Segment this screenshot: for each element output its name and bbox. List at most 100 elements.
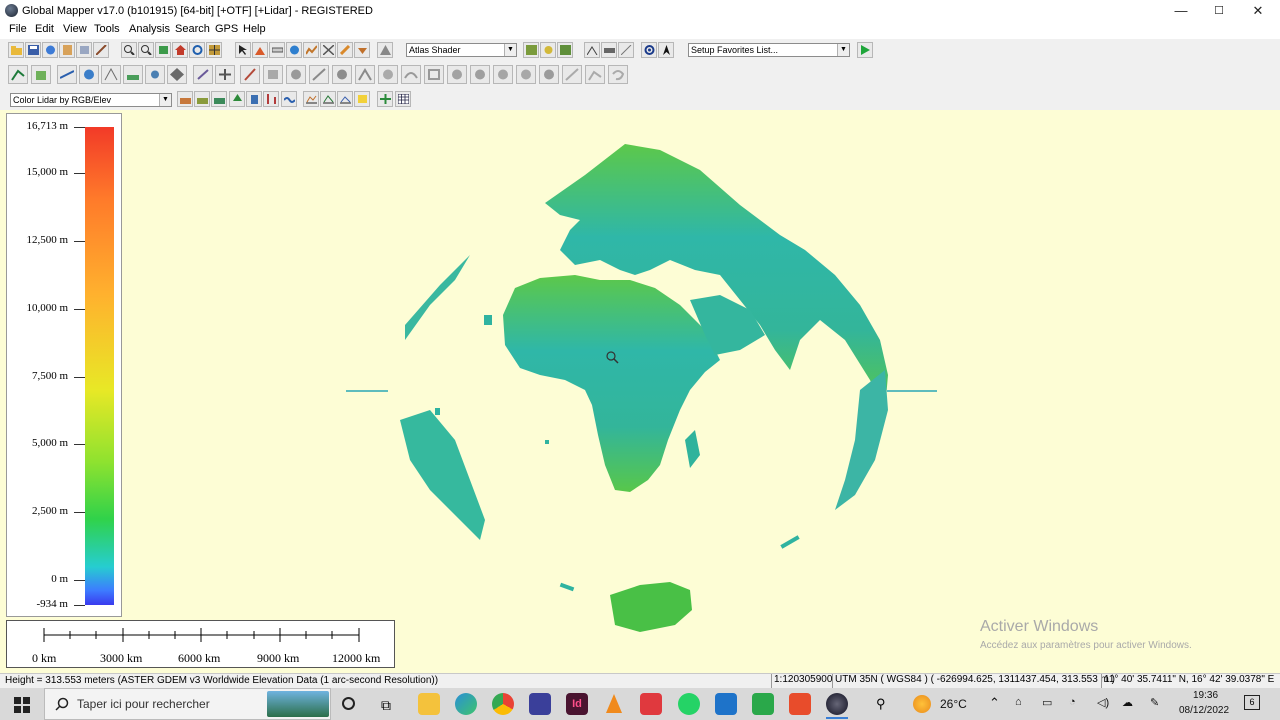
north-arrow-icon[interactable]: [658, 42, 674, 58]
pencil-icon[interactable]: [337, 42, 353, 58]
cortana-icon[interactable]: [342, 697, 355, 710]
lighting-icon[interactable]: [540, 42, 556, 58]
onedrive-cloud-icon[interactable]: ☁: [1122, 696, 1133, 709]
view-shed-icon[interactable]: [320, 42, 336, 58]
lidar-classify-icon[interactable]: [79, 65, 99, 84]
pointer-select-icon[interactable]: [235, 42, 251, 58]
store-app-icon[interactable]: [715, 693, 737, 715]
undo-edit-icon[interactable]: [608, 65, 628, 84]
volume-icon[interactable]: ◁): [1097, 696, 1109, 709]
rotate-feature-icon[interactable]: [309, 65, 329, 84]
zoom-out-icon[interactable]: [138, 42, 154, 58]
lidar-by-intensity-icon[interactable]: [194, 91, 210, 107]
taskbar-search-box[interactable]: Taper ici pour rechercher: [44, 688, 331, 720]
zoom-layer-icon[interactable]: [155, 42, 171, 58]
shader-settings-icon[interactable]: [523, 42, 539, 58]
draw-line-icon[interactable]: [562, 65, 582, 84]
vertex-edit-icon[interactable]: [215, 65, 235, 84]
export-icon[interactable]: [76, 42, 92, 58]
union-icon[interactable]: [516, 65, 536, 84]
full-view-home-icon[interactable]: [172, 42, 188, 58]
device-icon[interactable]: ⌂: [1015, 696, 1022, 708]
split-feature-icon[interactable]: [240, 65, 260, 84]
lidar-building-icon[interactable]: [246, 91, 262, 107]
gps-target-icon[interactable]: [641, 42, 657, 58]
3d-view-icon[interactable]: [377, 42, 393, 58]
digitize-line-icon[interactable]: [8, 65, 28, 84]
run-favorite-icon[interactable]: [857, 42, 873, 58]
wifi-icon[interactable]: ◔: [1069, 696, 1076, 708]
lidar-profile-icon[interactable]: [303, 91, 319, 107]
lidar-ground-icon[interactable]: [123, 65, 143, 84]
feature-edit-icon[interactable]: [193, 65, 213, 84]
lidar-grid-icon[interactable]: [167, 65, 187, 84]
weather-sun-icon[interactable]: [913, 695, 931, 713]
settings-app-icon[interactable]: [529, 693, 551, 715]
people-icon[interactable]: ⚲: [876, 696, 886, 712]
create-area-icon[interactable]: [31, 65, 51, 84]
lidar-section-icon[interactable]: [320, 91, 336, 107]
pen-icon[interactable]: ✎: [1150, 696, 1159, 709]
vlc-icon[interactable]: [603, 693, 625, 715]
lidar-raster-grid-icon[interactable]: [395, 91, 411, 107]
minimize-button[interactable]: —: [1161, 0, 1201, 22]
menu-edit[interactable]: Edit: [35, 23, 54, 35]
zoom-in-icon[interactable]: [121, 42, 137, 58]
menu-file[interactable]: File: [9, 23, 27, 35]
menu-search[interactable]: Search: [175, 23, 210, 35]
maximize-button[interactable]: ☐: [1199, 0, 1239, 22]
simplify-icon[interactable]: [355, 65, 375, 84]
edge-browser-icon[interactable]: [455, 693, 477, 715]
feature-info-icon[interactable]: [286, 42, 302, 58]
digitizer-icon[interactable]: [252, 42, 268, 58]
dropdown-tool-icon[interactable]: [354, 42, 370, 58]
clock-time[interactable]: 19:36: [1193, 690, 1218, 701]
map-layout-icon[interactable]: [584, 42, 600, 58]
menu-analysis[interactable]: Analysis: [129, 23, 170, 35]
menu-help[interactable]: Help: [243, 23, 266, 35]
move-feature-icon[interactable]: [286, 65, 306, 84]
merge-icon[interactable]: [447, 65, 467, 84]
chrome-icon[interactable]: [492, 693, 514, 715]
pdf-reader-icon[interactable]: [640, 693, 662, 715]
lidar-tree-icon[interactable]: [229, 91, 245, 107]
path-profile-icon[interactable]: [303, 42, 319, 58]
file-explorer-icon[interactable]: [418, 693, 440, 715]
refresh-icon[interactable]: [189, 42, 205, 58]
task-view-icon[interactable]: ⧉: [381, 697, 391, 714]
dissolve-icon[interactable]: [470, 65, 490, 84]
notification-center-icon[interactable]: 6: [1244, 695, 1260, 710]
lidar-height-icon[interactable]: [263, 91, 279, 107]
camtasia-icon[interactable]: [752, 693, 774, 715]
shader-select[interactable]: Atlas Shader ▼: [406, 43, 517, 57]
tools-icon[interactable]: [93, 42, 109, 58]
print-icon[interactable]: [601, 42, 617, 58]
intersect-icon[interactable]: [493, 65, 513, 84]
lidar-highlight-icon[interactable]: [354, 91, 370, 107]
indesign-icon[interactable]: Id: [566, 693, 588, 715]
menu-view[interactable]: View: [63, 23, 87, 35]
contrast-icon[interactable]: [557, 42, 573, 58]
map-canvas[interactable]: [0, 110, 1280, 673]
lidar-slice-icon[interactable]: [337, 91, 353, 107]
open-file-icon[interactable]: [8, 42, 24, 58]
recorder-app-icon[interactable]: [789, 693, 811, 715]
legend-toggle-icon[interactable]: [618, 42, 634, 58]
menu-gps[interactable]: GPS: [215, 23, 238, 35]
weather-temperature[interactable]: 26°C: [940, 697, 967, 711]
catalog-icon[interactable]: [59, 42, 75, 58]
whatsapp-icon[interactable]: [678, 693, 700, 715]
lidar-points-icon[interactable]: [145, 65, 165, 84]
scale-feature-icon[interactable]: [332, 65, 352, 84]
favorites-select[interactable]: Setup Favorites List... ▼: [688, 43, 850, 57]
battery-icon[interactable]: ▭: [1042, 696, 1052, 709]
windows-start-icon[interactable]: [14, 697, 30, 713]
grid-view-icon[interactable]: [206, 42, 222, 58]
measure-icon[interactable]: [269, 42, 285, 58]
smooth-icon[interactable]: [401, 65, 421, 84]
globe-data-icon[interactable]: [42, 42, 58, 58]
lidar-water-icon[interactable]: [281, 91, 297, 107]
global-mapper-taskbar-icon[interactable]: [826, 693, 848, 715]
join-feature-icon[interactable]: [263, 65, 283, 84]
clip-icon[interactable]: [539, 65, 559, 84]
